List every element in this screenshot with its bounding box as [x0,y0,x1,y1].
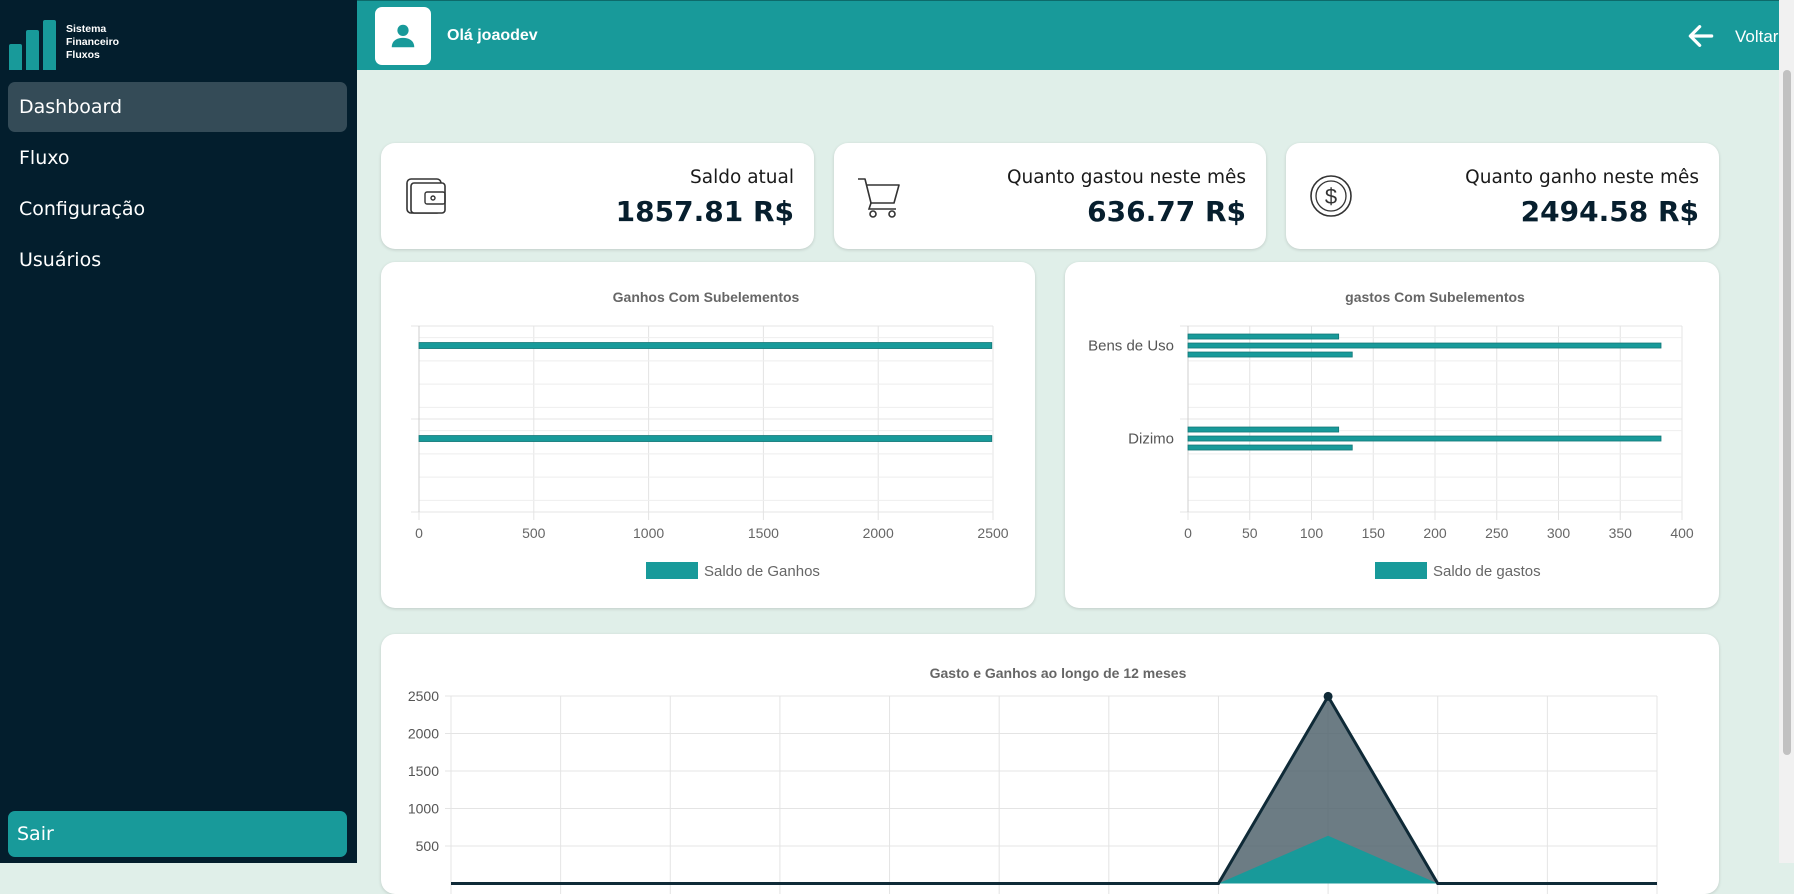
sidebar: Sistema Financeiro Fluxos Dashboard Flux… [0,0,357,863]
stat-value: 2494.58 R$ [1520,195,1699,228]
chart-title: Ganhos Com Subelementos [613,289,800,305]
svg-text:$: $ [1325,184,1337,209]
expenses-bar-chart: gastos Com Subelementos 0 50 100 150 200 250 30… [1088,289,1694,580]
x-tick-label: 100 [1300,525,1324,541]
x-tick-label: 500 [522,525,546,541]
logout-label: Sair [17,823,54,845]
bar [418,342,993,349]
sidebar-item-configuracao[interactable]: Configuração [8,184,347,234]
x-tick-label: 2500 [977,525,1008,541]
sidebar-item-dashboard[interactable]: Dashboard [8,82,347,132]
x-tick-label: 150 [1362,525,1386,541]
user-icon [391,24,415,48]
sidebar-item-usuarios[interactable]: Usuários [8,235,347,285]
legend-swatch [646,562,698,579]
x-tick-label: 50 [1242,525,1258,541]
sidebar-item-label: Usuários [19,249,102,271]
stat-card-spent: Quanto gastou neste mês 636.77 R$ [834,143,1266,249]
x-tick-label: 400 [1670,525,1694,541]
x-tick-label: 2000 [863,525,894,541]
sidebar-item-label: Fluxo [19,147,70,169]
logout-button[interactable]: Sair [8,811,347,857]
x-tick-label: 350 [1609,525,1633,541]
y-tick-label: Dizimo [1128,431,1174,448]
sidebar-item-label: Configuração [19,198,146,220]
cart-icon [858,178,900,218]
logo-bars-icon [9,20,56,70]
scrollbar-thumb[interactable] [1783,70,1791,755]
y-tick-label: 2000 [408,726,439,742]
app-logo[interactable]: Sistema Financeiro Fluxos [9,10,129,70]
bar [1187,342,1662,349]
chart-title: Gasto e Ganhos ao longo de 12 meses [930,665,1187,681]
top-header: Olá joaodev Voltar [357,0,1779,70]
sidebar-item-label: Dashboard [19,96,123,118]
stat-label: Quanto gastou neste mês [1006,167,1246,188]
monthly-area-chart: Gasto e Ganhos ao longo de 12 meses 500 10… [408,665,1658,894]
y-tick-label: 2500 [408,688,439,704]
y-tick-label: Bens de Uso [1088,338,1174,355]
wallet-icon [406,178,446,214]
bar [1187,351,1353,358]
x-tick-label: 200 [1423,525,1447,541]
series-line [451,693,1657,885]
y-tick-label: 1500 [408,763,439,779]
stat-value: 1857.81 R$ [615,195,794,228]
arrow-left-icon[interactable] [1685,20,1717,52]
data-point [1323,691,1333,701]
chart-card-earnings: Ganhos Com Subelementos 0 500 1000 1500 2000 2… [381,262,1035,608]
legend-label: Saldo de Ganhos [704,563,820,580]
stat-label: Quanto ganho neste mês [1465,167,1699,188]
bar [1187,333,1340,340]
chart-card-expenses: gastos Com Subelementos 0 50 100 150 200 250 30… [1065,262,1719,608]
area-fill [451,835,1657,884]
stat-card-balance: Saldo atual 1857.81 R$ [381,143,814,249]
earnings-bar-chart: Ganhos Com Subelementos 0 500 1000 1500 2000 2… [411,289,1009,580]
stat-value: 636.77 R$ [1087,195,1246,228]
x-tick-label: 0 [415,525,423,541]
logo-line: Fluxos [66,49,100,61]
x-tick-label: 1000 [633,525,664,541]
sidebar-item-fluxo[interactable]: Fluxo [8,133,347,183]
bar [1187,435,1662,442]
x-tick-label: 300 [1547,525,1571,541]
x-tick-label: 0 [1184,525,1192,541]
greeting-text: Olá joaodev [447,27,538,44]
stat-card-earned: $ Quanto ganho neste mês 2494.58 R$ [1286,143,1719,249]
back-link[interactable]: Voltar [1735,27,1778,47]
chart-card-monthly: Gasto e Ganhos ao longo de 12 meses 500 10… [381,634,1719,894]
stat-label: Saldo atual [690,167,794,188]
avatar[interactable] [375,7,431,65]
bar [1187,444,1353,451]
chart-title: gastos Com Subelementos [1345,289,1525,305]
x-tick-label: 1500 [748,525,779,541]
y-tick-label: 1000 [408,801,439,817]
logo-line: Financeiro [66,36,120,48]
bar [1187,426,1340,433]
legend-label: Saldo de gastos [1433,563,1541,580]
area-fill [451,696,1657,884]
legend-swatch [1375,562,1427,579]
y-tick-label: 500 [416,838,440,854]
bar [418,435,993,442]
logo-text: Sistema Financeiro Fluxos [66,23,119,62]
x-tick-label: 250 [1485,525,1509,541]
logo-line: Sistema [66,23,107,35]
dollar-coin-icon: $ [1310,175,1352,217]
